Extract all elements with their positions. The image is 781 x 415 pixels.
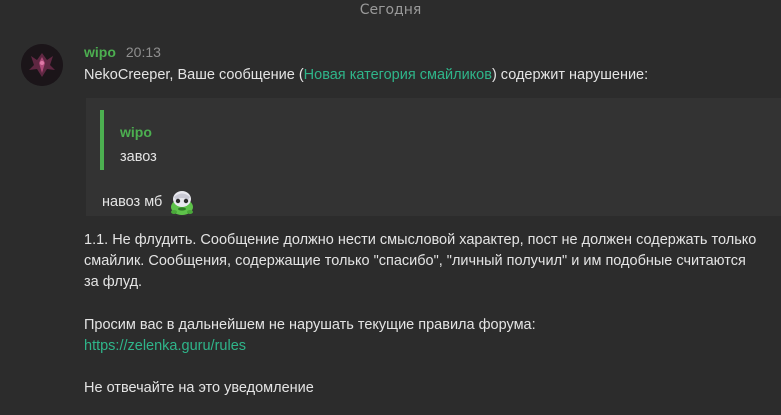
thread-link[interactable]: Новая категория смайликов: [304, 67, 492, 83]
footer-note: Не отвечайте на это уведомление: [84, 380, 314, 396]
intro-after: ) содержит нарушение:: [491, 67, 649, 83]
author-name[interactable]: wipo: [84, 44, 116, 60]
quote-block: wipo завоз навоз мб: [86, 98, 781, 216]
rules-link-line: https://zelenka.guru/rules: [84, 336, 246, 357]
quote-reply: навоз мб: [102, 188, 196, 216]
quote-text: завоз: [120, 149, 157, 165]
chat-message: wipo 20:13 NekoCreeper, Ваше сообщение (…: [0, 0, 781, 415]
intro-before: NekoCreeper, Ваше сообщение (: [84, 67, 304, 83]
quote-bar: [100, 110, 104, 170]
rules-link[interactable]: https://zelenka.guru/rules: [84, 338, 246, 354]
message-time: 20:13: [125, 44, 161, 60]
avatar[interactable]: [21, 44, 63, 86]
avatar-icon: [21, 44, 63, 86]
message-header: wipo 20:13: [84, 44, 161, 64]
quote-author[interactable]: wipo: [120, 124, 152, 140]
frog-sticker-icon: [171, 191, 194, 215]
rule-text: 1.1. Не флудить. Сообщение должно нести …: [84, 232, 757, 290]
message-intro: NekoCreeper, Ваше сообщение (Новая катег…: [84, 65, 648, 86]
quote-reply-text: навоз мб: [102, 193, 163, 210]
request-text: Просим вас в дальнейшем не нарушать теку…: [84, 317, 536, 333]
